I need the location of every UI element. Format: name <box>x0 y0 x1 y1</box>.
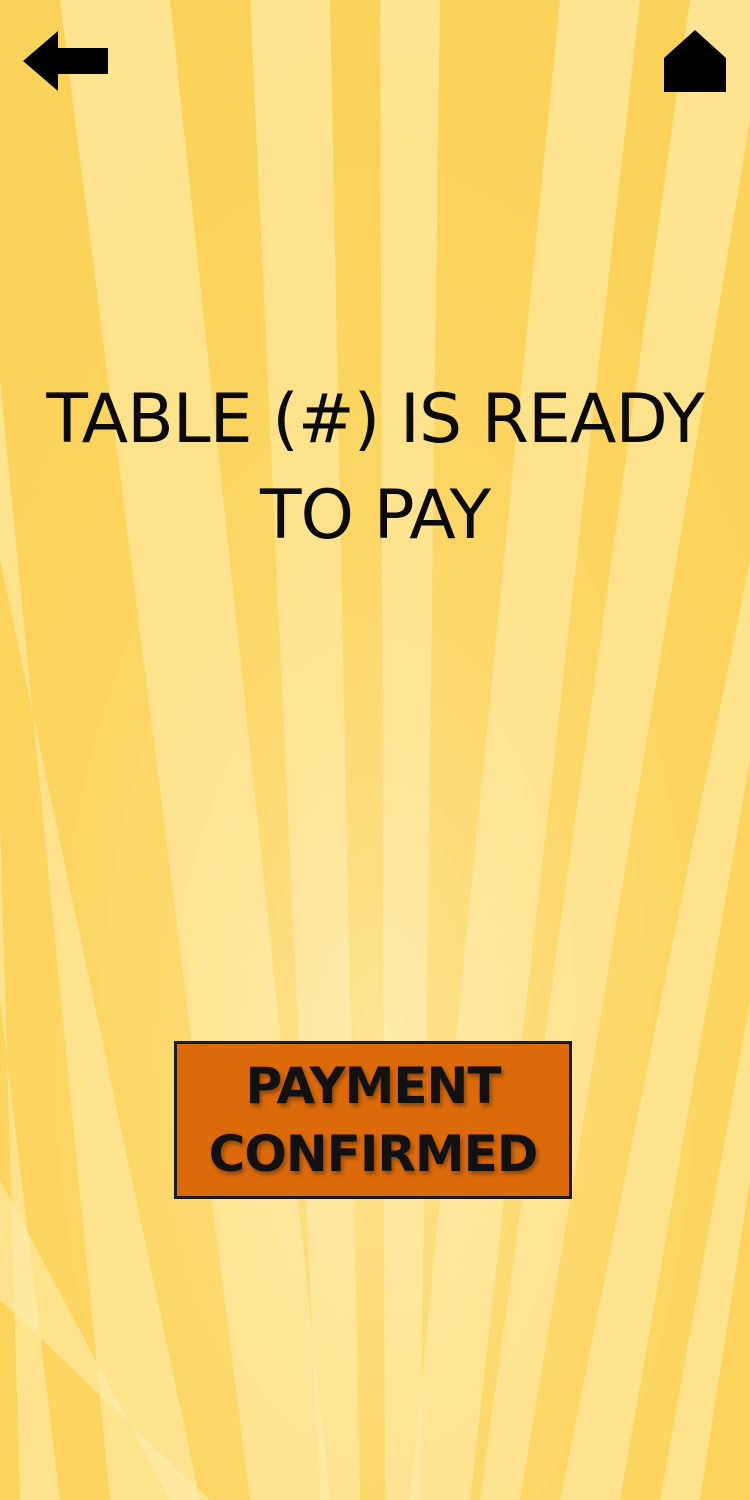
message-line-1: TABLE (#) IS READY <box>46 380 704 459</box>
payment-confirmed-button[interactable]: PAYMENT CONFIRMED <box>174 1041 572 1199</box>
message-line-2: TO PAY <box>259 476 491 555</box>
home-icon <box>664 30 726 92</box>
payment-screen: TABLE (#) IS READY TO PAY PAYMENT CONFIR… <box>0 0 750 1500</box>
confirm-label-line-1: PAYMENT <box>245 1057 501 1115</box>
back-button[interactable] <box>20 28 110 94</box>
ready-to-pay-message: TABLE (#) IS READY TO PAY <box>0 372 750 564</box>
confirm-label-line-2: CONFIRMED <box>208 1125 539 1183</box>
left-arrow-icon <box>23 31 108 91</box>
home-button[interactable] <box>662 28 728 94</box>
sunburst-background <box>0 0 750 1500</box>
